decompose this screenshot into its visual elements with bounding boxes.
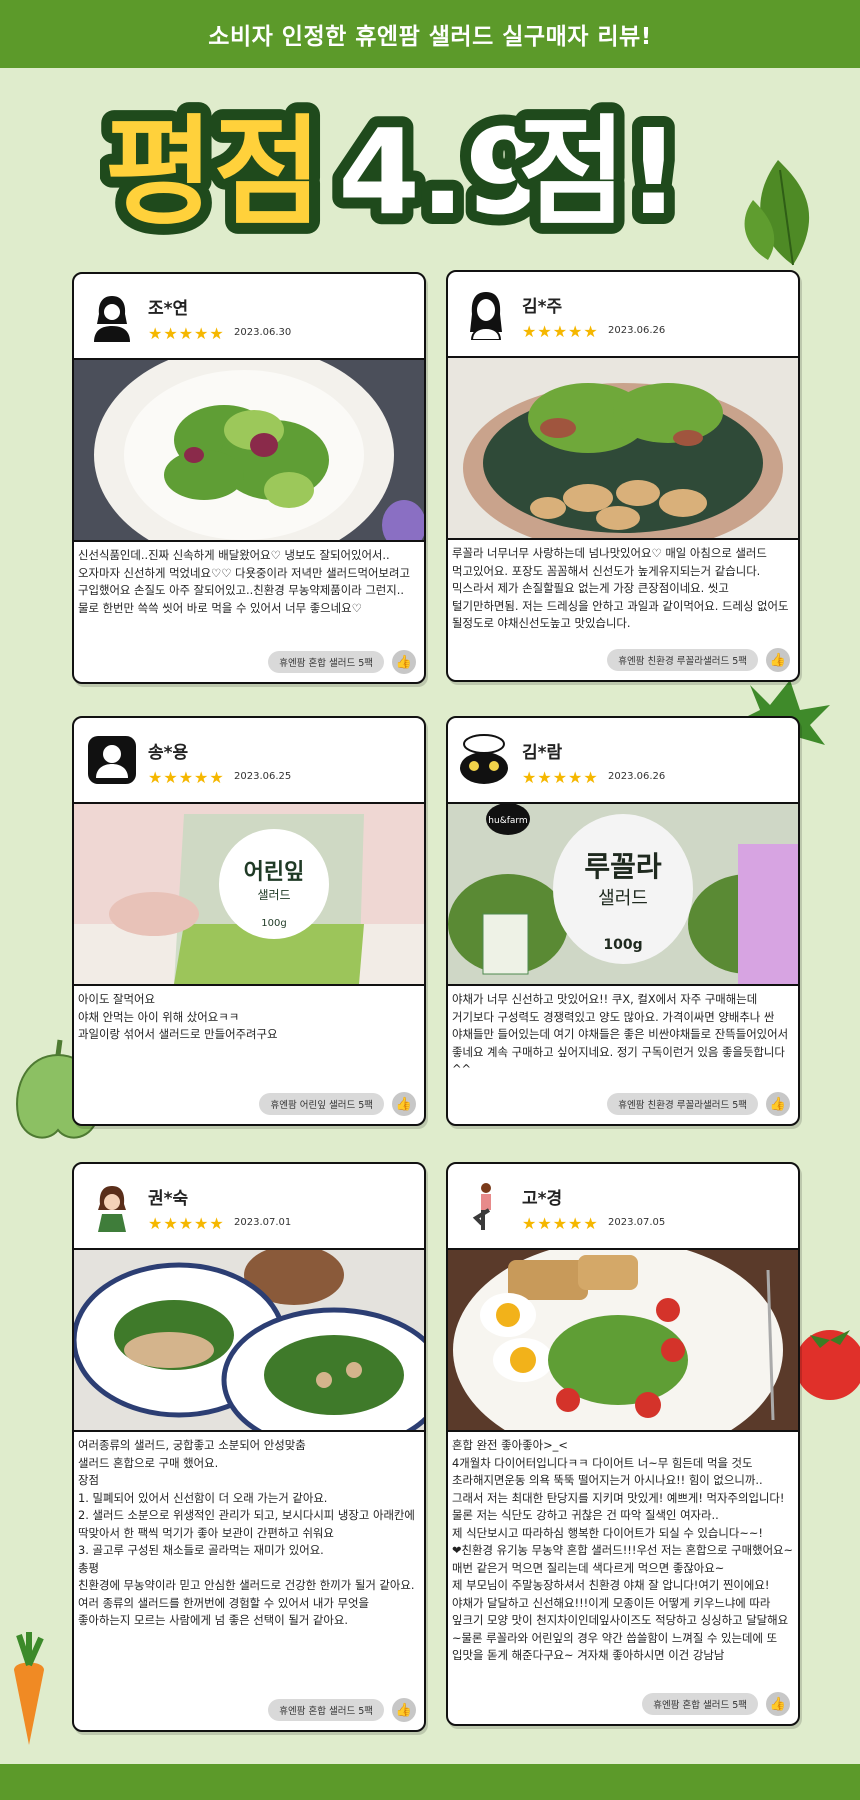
reviewer-name: 조*연 bbox=[148, 299, 189, 319]
woman-long-hair-avatar-icon bbox=[462, 288, 510, 341]
default-profile-avatar-icon bbox=[88, 734, 136, 786]
baby-leaf-package-photo: 어린잎 샐러드 100g bbox=[74, 804, 424, 986]
reviewer-name: 김*람 bbox=[522, 743, 563, 763]
top-banner: 소비자 인정한 휴엔팜 샐러드 실구매자 리뷰! bbox=[0, 0, 860, 68]
package-sub: 샐러드 bbox=[257, 888, 290, 902]
review-footer: 휴엔팜 혼합 샐러드 5팩 👍 bbox=[642, 1692, 790, 1716]
reviewer-name: 김*주 bbox=[522, 297, 563, 317]
package-name: 어린잎 bbox=[244, 860, 305, 885]
bottom-bar bbox=[0, 1764, 860, 1800]
review-header: 김*람 ★★★★★ 2023.06.26 bbox=[448, 718, 798, 804]
rating-headline: 평점 평점 4.9 4.9 점! 점! bbox=[94, 85, 760, 255]
thumbs-up-icon[interactable]: 👍 bbox=[392, 650, 416, 674]
review-text: 여러종류의 샐러드, 궁합좋고 소분되어 안성맞춤 샐러드 혼합으로 구매 했어… bbox=[78, 1438, 415, 1627]
carrot-icon bbox=[4, 1630, 54, 1750]
thumbs-up-icon[interactable]: 👍 bbox=[766, 648, 790, 672]
star-rating: ★★★★★ bbox=[522, 322, 599, 341]
review-date: 2023.06.30 bbox=[234, 327, 292, 338]
review-header: 권*숙 ★★★★★ 2023.07.01 bbox=[74, 1164, 424, 1250]
thumbs-up-icon[interactable]: 👍 bbox=[392, 1092, 416, 1116]
star-rating: ★★★★★ bbox=[148, 768, 225, 787]
review-card: 고*경 ★★★★★ 2023.07.05 혼합 완전 좋아좋아>_< 4개월차 … bbox=[446, 1162, 800, 1726]
review-date: 2023.06.26 bbox=[608, 771, 666, 782]
thumbs-up-icon[interactable]: 👍 bbox=[766, 1692, 790, 1716]
reviewer-name: 송*용 bbox=[148, 743, 189, 763]
review-text: 신선식품인데..진짜 신속하게 배달왔어요♡ 냉보도 잘되어있어서.. 오자마자… bbox=[78, 548, 410, 615]
review-date: 2023.07.05 bbox=[608, 1217, 666, 1228]
reviewer-name: 고*경 bbox=[522, 1189, 563, 1209]
review-footer: 휴엔팜 친환경 루꼴라샐러드 5팩 👍 bbox=[607, 1092, 790, 1116]
review-header: 송*용 ★★★★★ 2023.06.25 bbox=[74, 718, 424, 804]
chicken-salad-photo bbox=[448, 358, 798, 540]
product-badge[interactable]: 휴엔팜 혼합 샐러드 5팩 bbox=[268, 1699, 384, 1721]
star-rating: ★★★★★ bbox=[522, 768, 599, 787]
review-date: 2023.06.25 bbox=[234, 771, 292, 782]
package-sub: 샐러드 bbox=[598, 888, 648, 909]
headline-suffix-fill: 점! bbox=[518, 103, 680, 241]
headline-label-fill: 평점 bbox=[105, 103, 322, 241]
review-text: 아이도 잘먹어요 야채 안먹는 아이 위해 샀어요ㅋㅋ 과일이랑 섞어서 샐러드… bbox=[78, 992, 278, 1041]
egg-salad-photo bbox=[448, 1250, 798, 1432]
product-badge[interactable]: 휴엔팜 친환경 루꼴라샐러드 5팩 bbox=[607, 649, 758, 671]
salad-plate-photo bbox=[74, 360, 424, 542]
review-text: 혼합 완전 좋아좋아>_< 4개월차 다이어터입니다ㅋㅋ 다이어트 너~무 힘든… bbox=[452, 1438, 794, 1662]
package-name: 루꼴라 bbox=[584, 850, 662, 883]
package-brand: hu&farm bbox=[488, 816, 527, 826]
chef-cat-avatar-icon bbox=[460, 734, 510, 786]
review-footer: 휴엔팜 혼합 샐러드 5팩 👍 bbox=[268, 1698, 416, 1722]
star-rating: ★★★★★ bbox=[148, 324, 225, 343]
two-salad-plates-photo bbox=[74, 1250, 424, 1432]
review-header: 고*경 ★★★★★ 2023.07.05 bbox=[448, 1164, 798, 1250]
yoga-woman-avatar-icon bbox=[462, 1176, 510, 1232]
review-header: 조*연 ★★★★★ 2023.06.30 bbox=[74, 274, 424, 360]
review-card: 김*람 ★★★★★ 2023.06.26 hu&farm 루꼴라 샐러드 100… bbox=[446, 716, 800, 1126]
tomato-icon bbox=[790, 1310, 860, 1405]
thumbs-up-icon[interactable]: 👍 bbox=[392, 1698, 416, 1722]
review-date: 2023.06.26 bbox=[608, 325, 666, 336]
spinach-leaf-icon bbox=[738, 150, 848, 270]
product-badge[interactable]: 휴엔팜 혼합 샐러드 5팩 bbox=[642, 1693, 758, 1715]
review-text: 야채가 너무 신선하고 맛있어요!! 쿠X, 컬X에서 자주 구매해는데 거기보… bbox=[452, 992, 789, 1076]
cooking-woman-avatar-icon bbox=[88, 1180, 136, 1232]
review-footer: 휴엔팜 어린잎 샐러드 5팩 👍 bbox=[259, 1092, 416, 1116]
review-card: 조*연 ★★★★★ 2023.06.30 신선식품인데..진짜 신속하게 배달왔… bbox=[72, 272, 426, 684]
product-badge[interactable]: 휴엔팜 혼합 샐러드 5팩 bbox=[268, 651, 384, 673]
banner-title: 소비자 인정한 휴엔팜 샐러드 실구매자 리뷰! bbox=[208, 24, 652, 50]
star-rating: ★★★★★ bbox=[522, 1214, 599, 1233]
package-weight: 100g bbox=[603, 937, 642, 953]
review-card: 김*주 ★★★★★ 2023.06.26 루꼴라 너무너무 사랑하는데 넘나맛있… bbox=[446, 270, 800, 682]
thumbs-up-icon[interactable]: 👍 bbox=[766, 1092, 790, 1116]
review-date: 2023.07.01 bbox=[234, 1217, 292, 1228]
review-header: 김*주 ★★★★★ 2023.06.26 bbox=[448, 272, 798, 358]
package-weight: 100g bbox=[261, 918, 286, 929]
headline-score-fill: 4.9 bbox=[338, 103, 547, 241]
star-rating: ★★★★★ bbox=[148, 1214, 225, 1233]
review-card: 송*용 ★★★★★ 2023.06.25 어린잎 샐러드 100g 아이도 잘먹… bbox=[72, 716, 426, 1126]
woman-avatar-icon bbox=[88, 290, 136, 342]
arugula-package-photo: hu&farm 루꼴라 샐러드 100g bbox=[448, 804, 798, 986]
product-badge[interactable]: 휴엔팜 친환경 루꼴라샐러드 5팩 bbox=[607, 1093, 758, 1115]
review-footer: 휴엔팜 친환경 루꼴라샐러드 5팩 👍 bbox=[607, 648, 790, 672]
review-footer: 휴엔팜 혼합 샐러드 5팩 👍 bbox=[268, 650, 416, 674]
reviewer-name: 권*숙 bbox=[148, 1189, 189, 1209]
review-text: 루꼴라 너무너무 사랑하는데 넘나맛있어요♡ 매일 아침으로 샐러드 먹고있어요… bbox=[452, 546, 789, 630]
review-card: 권*숙 ★★★★★ 2023.07.01 여러종류의 샐러드, 궁합좋고 소분되… bbox=[72, 1162, 426, 1732]
product-badge[interactable]: 휴엔팜 어린잎 샐러드 5팩 bbox=[259, 1093, 384, 1115]
